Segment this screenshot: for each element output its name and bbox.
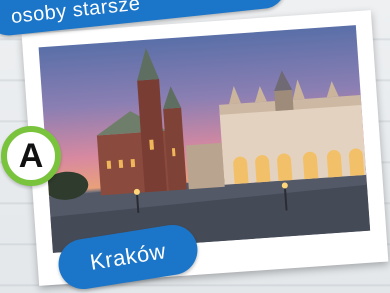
badge-letter: A (18, 136, 44, 175)
city-square-photo (38, 25, 371, 253)
option-letter-badge: A (1, 126, 61, 186)
caption-text: Kraków (88, 238, 168, 275)
photo-illustration (44, 47, 371, 253)
